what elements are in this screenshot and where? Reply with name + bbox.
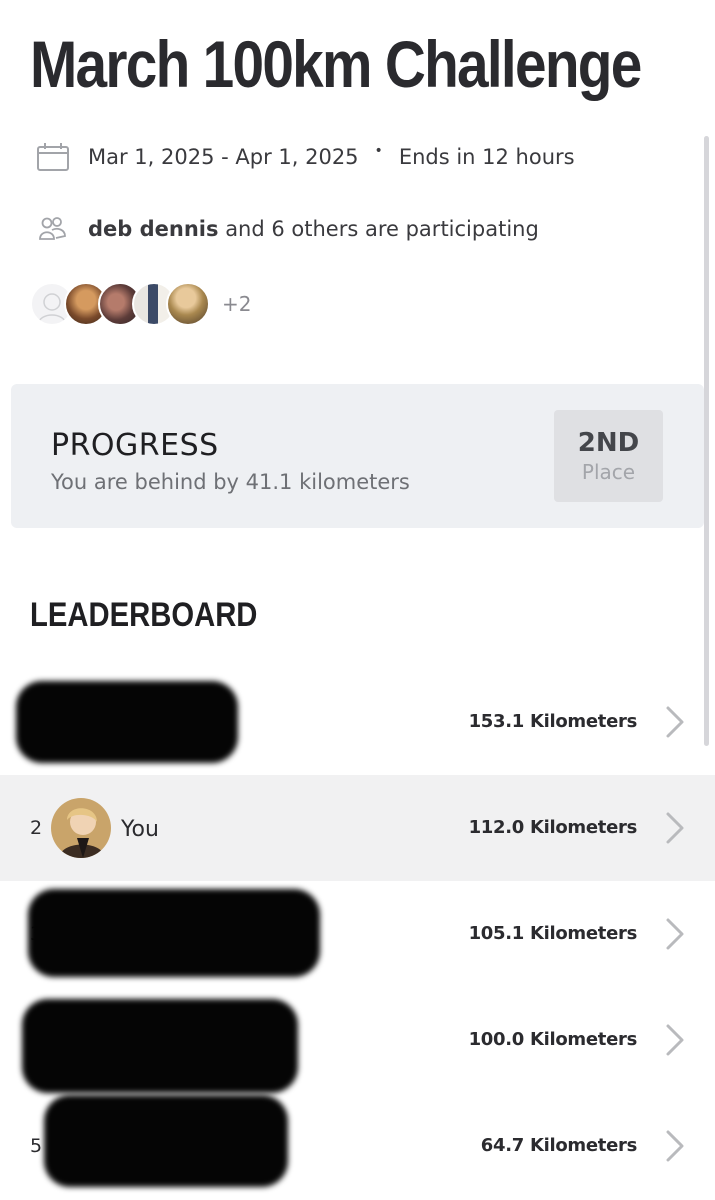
leaderboard-row-you[interactable]: 2 You 112.0 Kilometers bbox=[0, 775, 715, 881]
people-icon bbox=[36, 212, 70, 246]
row-distance: 112.0 Kilometers bbox=[468, 817, 638, 838]
row-distance: 105.1 Kilometers bbox=[468, 923, 638, 944]
place-label: Place bbox=[581, 460, 636, 484]
scrollbar[interactable] bbox=[704, 136, 709, 746]
row-distance: 64.7 Kilometers bbox=[480, 1135, 638, 1156]
row-rank: 5 bbox=[30, 1135, 43, 1157]
place-rank: 2ND bbox=[577, 428, 640, 458]
progress-status: You are behind by 41.1 kilometers bbox=[51, 470, 410, 494]
leaderboard-row[interactable]: 4 100.0 Kilometers bbox=[0, 987, 715, 1093]
leaderboard-row[interactable]: 1 153.1 Kilometers bbox=[0, 669, 715, 775]
page-title: March 100km Challenge bbox=[30, 27, 642, 101]
redaction-mark bbox=[28, 889, 320, 977]
avatar bbox=[51, 798, 111, 858]
leaderboard-row[interactable]: 5 64.7 Kilometers bbox=[0, 1093, 715, 1199]
separator-dot: • bbox=[374, 143, 383, 159]
chevron-right-icon[interactable] bbox=[662, 1127, 688, 1165]
participant-avatars[interactable]: +2 bbox=[30, 282, 251, 326]
leaderboard-row[interactable]: 3 105.1 Kilometers bbox=[0, 881, 715, 987]
participants-row[interactable]: deb dennis and 6 others are participatin… bbox=[36, 212, 539, 246]
redaction-mark bbox=[16, 681, 238, 763]
chevron-right-icon[interactable] bbox=[662, 1021, 688, 1059]
place-badge: 2ND Place bbox=[554, 410, 663, 502]
ends-in: Ends in 12 hours bbox=[398, 145, 575, 169]
row-distance: 100.0 Kilometers bbox=[468, 1029, 638, 1050]
avatar[interactable] bbox=[166, 282, 210, 326]
chevron-right-icon[interactable] bbox=[662, 809, 688, 847]
progress-heading: PROGRESS bbox=[51, 428, 219, 463]
progress-card: PROGRESS You are behind by 41.1 kilomete… bbox=[11, 384, 704, 528]
row-rank: 2 bbox=[30, 817, 43, 839]
chevron-right-icon[interactable] bbox=[662, 703, 688, 741]
redaction-mark bbox=[22, 999, 298, 1093]
date-row: Mar 1, 2025 - Apr 1, 2025 • Ends in 12 h… bbox=[36, 140, 575, 174]
redaction-mark bbox=[44, 1095, 288, 1187]
row-distance: 153.1 Kilometers bbox=[468, 711, 638, 732]
leaderboard-heading: LEADERBOARD bbox=[30, 596, 258, 634]
participant-name[interactable]: deb dennis bbox=[88, 217, 219, 241]
chevron-right-icon[interactable] bbox=[662, 915, 688, 953]
more-participants-count[interactable]: +2 bbox=[222, 292, 251, 316]
participant-summary: and 6 others are participating bbox=[225, 217, 539, 241]
calendar-icon bbox=[36, 140, 70, 174]
row-name: You bbox=[121, 817, 159, 842]
date-range: Mar 1, 2025 - Apr 1, 2025 bbox=[88, 145, 359, 169]
